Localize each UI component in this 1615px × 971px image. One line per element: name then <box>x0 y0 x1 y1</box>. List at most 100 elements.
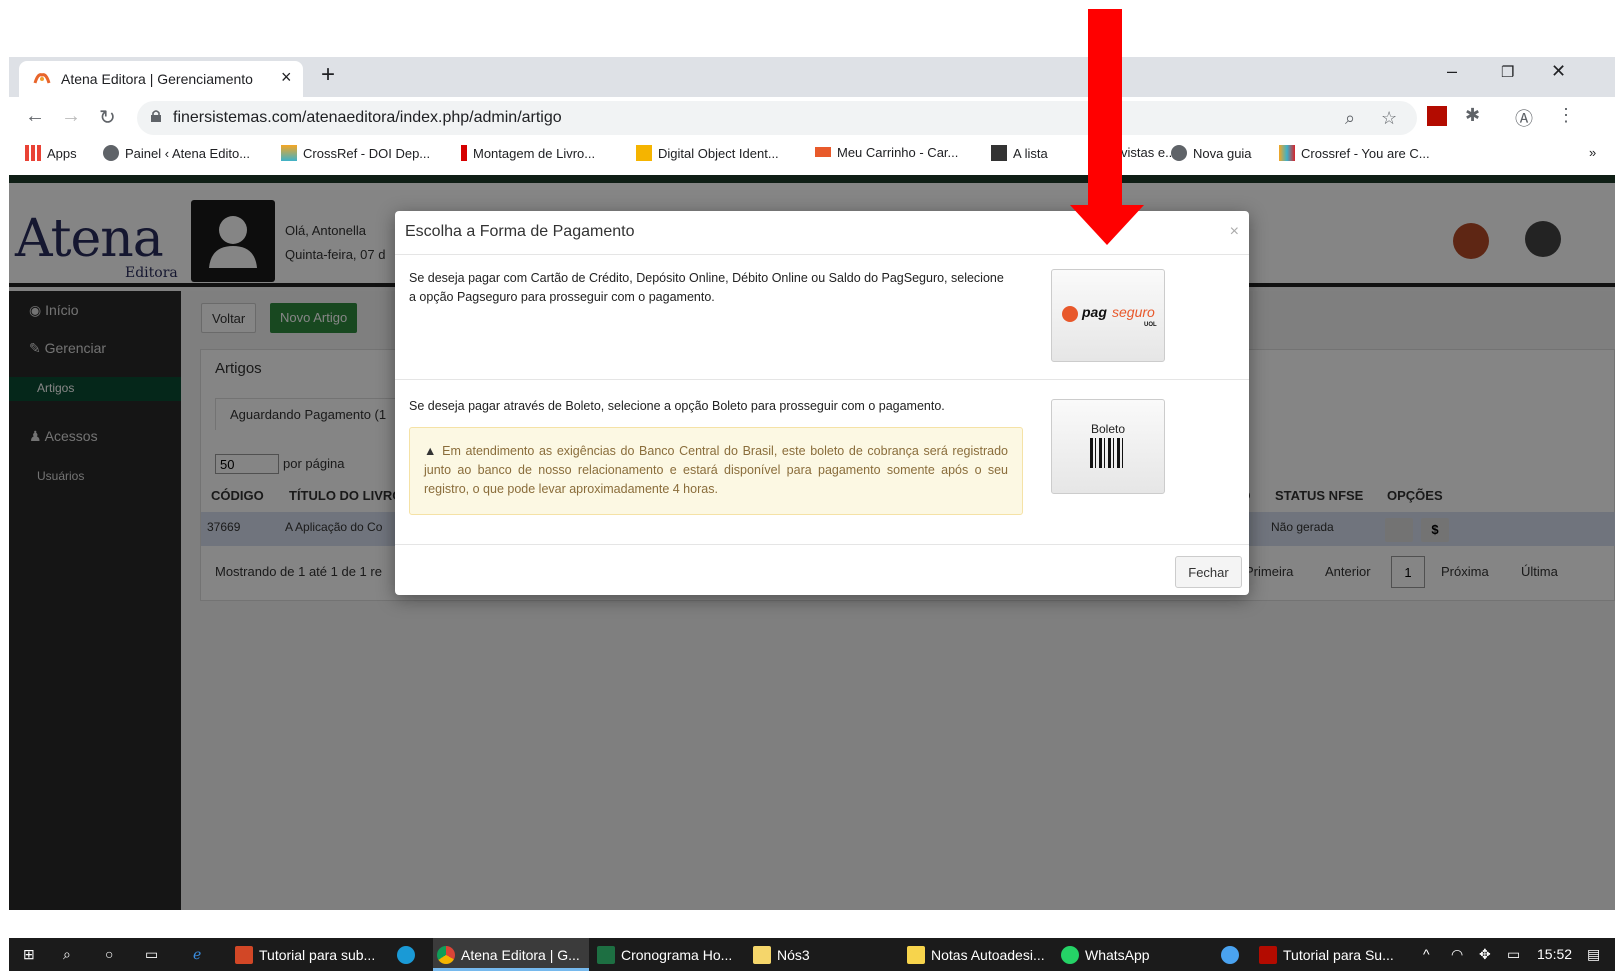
pagseguro-description: Se deseja pagar com Cartão de Crédito, D… <box>409 271 1004 304</box>
taskbar-item-powerpoint[interactable]: Tutorial para sub... <box>235 946 375 964</box>
bookmark-meu-carrinho[interactable]: Meu Carrinho - Car... <box>815 145 958 160</box>
bookmark-nova-guia[interactable]: Nova guia <box>1171 145 1252 161</box>
restore-icon[interactable]: ❐ <box>1501 63 1514 81</box>
pagseguro-button[interactable]: pag seguro UOL <box>1051 269 1165 362</box>
modal-close-icon[interactable]: × <box>1230 223 1239 241</box>
boleto-description: Se deseja pagar através de Boleto, selec… <box>409 399 945 413</box>
taskbar-item-whatsapp[interactable]: WhatsApp <box>1061 946 1150 964</box>
bookmark-montagem[interactable]: Montagem de Livro... <box>461 145 595 161</box>
bookmark-digital-object[interactable]: Digital Object Ident... <box>636 145 779 161</box>
bookmark-crossref-you[interactable]: Crossref - You are C... <box>1279 145 1430 161</box>
windows-start-icon[interactable]: ⊞ <box>23 946 35 963</box>
url-text: finersistemas.com/atenaeditora/index.php… <box>173 109 562 126</box>
taskbar-item-label: Nós3 <box>777 947 810 963</box>
bookmark-label: Digital Object Ident... <box>658 146 779 161</box>
edge-icon[interactable] <box>397 946 421 964</box>
taskbar-item-label: Tutorial para sub... <box>259 947 376 963</box>
search-icon[interactable]: ⌕ <box>63 946 71 963</box>
powerpoint-icon <box>235 946 253 964</box>
minimize-icon[interactable]: – <box>1447 61 1457 82</box>
boleto-warning-alert: ▲ Em atendimento as exigências do Banco … <box>409 427 1023 515</box>
tab-close-icon[interactable]: × <box>281 67 292 88</box>
warning-icon: ▲ <box>424 444 443 458</box>
bookmark-label: Nova guia <box>1193 146 1252 161</box>
bookmark-label: A lista <box>1013 146 1048 161</box>
browser-tab-active[interactable]: Atena Editora | Gerenciamento × <box>19 61 303 97</box>
bookmark-apps[interactable]: Apps <box>25 145 77 161</box>
bookmarks-bar: Apps Painel ‹ Atena Edito... CrossRef - … <box>9 139 1615 171</box>
boleto-label: Boleto <box>1090 422 1126 436</box>
onedrive-icon[interactable] <box>1221 946 1245 964</box>
taskbar-item-sticky-notes[interactable]: Notas Autoadesi... <box>907 946 1045 964</box>
network-icon[interactable]: ◠ <box>1451 946 1463 963</box>
bookmarks-overflow-icon[interactable]: » <box>1589 145 1596 160</box>
pagseguro-logo-icon <box>1062 306 1078 322</box>
exclamation-icon <box>461 145 467 161</box>
reload-icon[interactable]: ↻ <box>99 105 116 130</box>
boleto-button[interactable]: Boleto <box>1051 399 1165 494</box>
cortana-icon[interactable]: ○ <box>105 946 113 962</box>
pagseguro-logo-seguro: seguro <box>1112 304 1155 320</box>
doi-d-icon <box>636 145 652 161</box>
internet-explorer-icon[interactable]: ℯ <box>193 946 201 963</box>
back-arrow-icon[interactable]: ← <box>25 105 45 128</box>
notifications-icon[interactable]: ▤ <box>1587 946 1600 963</box>
zoom-icon[interactable]: ⌕ <box>1345 108 1355 129</box>
task-view-icon[interactable]: ▭ <box>145 946 158 963</box>
bookmark-painel[interactable]: Painel ‹ Atena Edito... <box>103 145 250 161</box>
clock-time[interactable]: 15:52 <box>1537 946 1572 962</box>
fechar-button[interactable]: Fechar <box>1175 556 1242 588</box>
w-logo-icon <box>991 145 1007 161</box>
bookmark-label: Crossref - You are C... <box>1301 146 1430 161</box>
bookmark-vistas[interactable]: vistas e... <box>1121 145 1176 160</box>
crossref-flag-icon <box>1279 145 1295 161</box>
new-tab-button[interactable]: + <box>321 61 335 89</box>
chrome-icon <box>437 946 455 964</box>
extensions-icon[interactable]: ✱ <box>1465 105 1480 126</box>
address-bar[interactable]: finersistemas.com/atenaeditora/index.php… <box>137 101 1417 135</box>
folder-icon <box>753 946 771 964</box>
taskbar-item-label: WhatsApp <box>1085 947 1150 963</box>
tray-chevron-icon[interactable]: ^ <box>1423 946 1430 962</box>
apps-grid-icon <box>25 145 41 161</box>
modal-title: Escolha a Forma de Pagamento <box>405 223 635 240</box>
lock-icon <box>151 110 161 122</box>
taskbar-item-excel[interactable]: Cronograma Ho... <box>597 946 732 964</box>
bookmark-label: Meu Carrinho - Car... <box>837 145 959 160</box>
atena-favicon-icon <box>33 73 51 84</box>
excel-icon <box>597 946 615 964</box>
window-close-icon[interactable]: ✕ <box>1551 61 1566 82</box>
screenshot-root: Atena Editora | Gerenciamento × + – ❐ ✕ … <box>0 0 1615 971</box>
battery-icon[interactable]: ▭ <box>1507 946 1520 963</box>
bookmark-a-lista[interactable]: A lista <box>991 145 1048 161</box>
barcode-icon <box>1090 438 1126 468</box>
bookmark-star-icon[interactable]: ☆ <box>1381 108 1397 129</box>
pdf-extension-icon[interactable] <box>1427 106 1447 126</box>
taskbar-item-label: Notas Autoadesi... <box>931 947 1045 963</box>
pagseguro-logo-pag: pag <box>1082 304 1107 320</box>
globe-icon <box>103 145 119 161</box>
modal-footer-divider <box>395 544 1249 545</box>
taskbar-item-label: Cronograma Ho... <box>621 947 733 963</box>
taskbar-item-label: Tutorial para Su... <box>1283 947 1394 963</box>
taskbar-item-chrome[interactable]: Atena Editora | G... <box>437 946 580 964</box>
bookmark-label: Apps <box>47 146 77 161</box>
profile-avatar-icon[interactable]: Ⓐ <box>1515 105 1533 131</box>
payment-modal: Escolha a Forma de Pagamento × Se deseja… <box>395 211 1249 595</box>
bookmark-crossref-doi[interactable]: CrossRef - DOI Dep... <box>281 145 430 161</box>
bookmark-label: Painel ‹ Atena Edito... <box>125 146 251 161</box>
bookmark-label: CrossRef - DOI Dep... <box>303 146 431 161</box>
whatsapp-icon <box>1061 946 1079 964</box>
taskbar-item-nos3[interactable]: Nós3 <box>753 946 810 964</box>
cart-icon <box>815 147 831 157</box>
edge-logo-icon <box>397 946 415 964</box>
taskbar-item-label: Atena Editora | G... <box>461 947 580 963</box>
modal-divider <box>395 379 1249 380</box>
forward-arrow-icon[interactable]: → <box>61 105 81 128</box>
taskbar-item-pdf[interactable]: Tutorial para Su... <box>1259 946 1394 964</box>
dropbox-icon[interactable]: ✥ <box>1479 946 1491 963</box>
bookmark-label: Montagem de Livro... <box>473 146 596 161</box>
cloud-icon <box>1221 946 1239 964</box>
windows-taskbar: ⊞ ⌕ ○ ▭ ℯ Tutorial para sub... Atena Edi… <box>9 938 1615 971</box>
menu-more-icon[interactable]: ⋮ <box>1557 105 1575 126</box>
